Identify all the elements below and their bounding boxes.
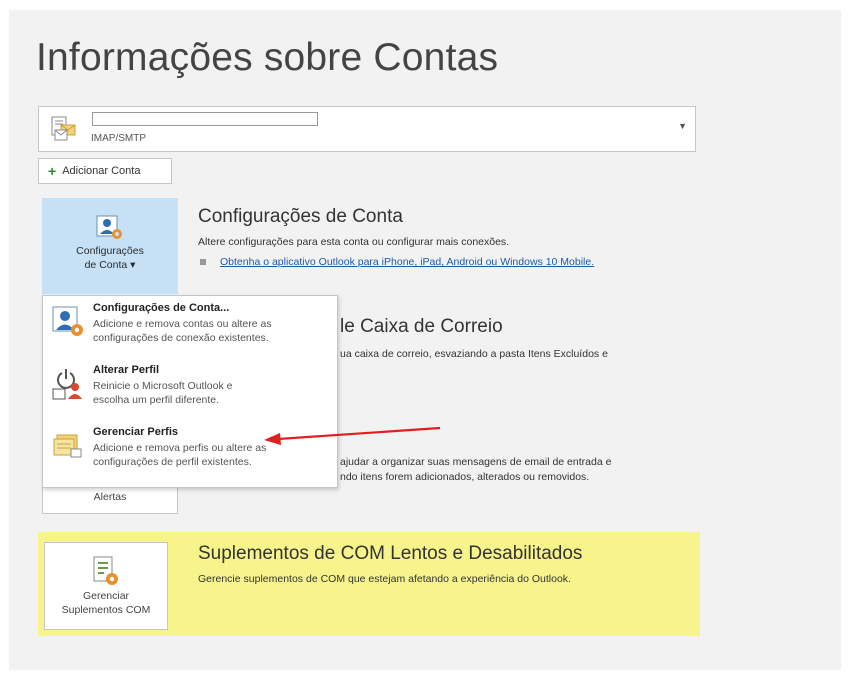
annotation-arrow bbox=[264, 426, 441, 445]
